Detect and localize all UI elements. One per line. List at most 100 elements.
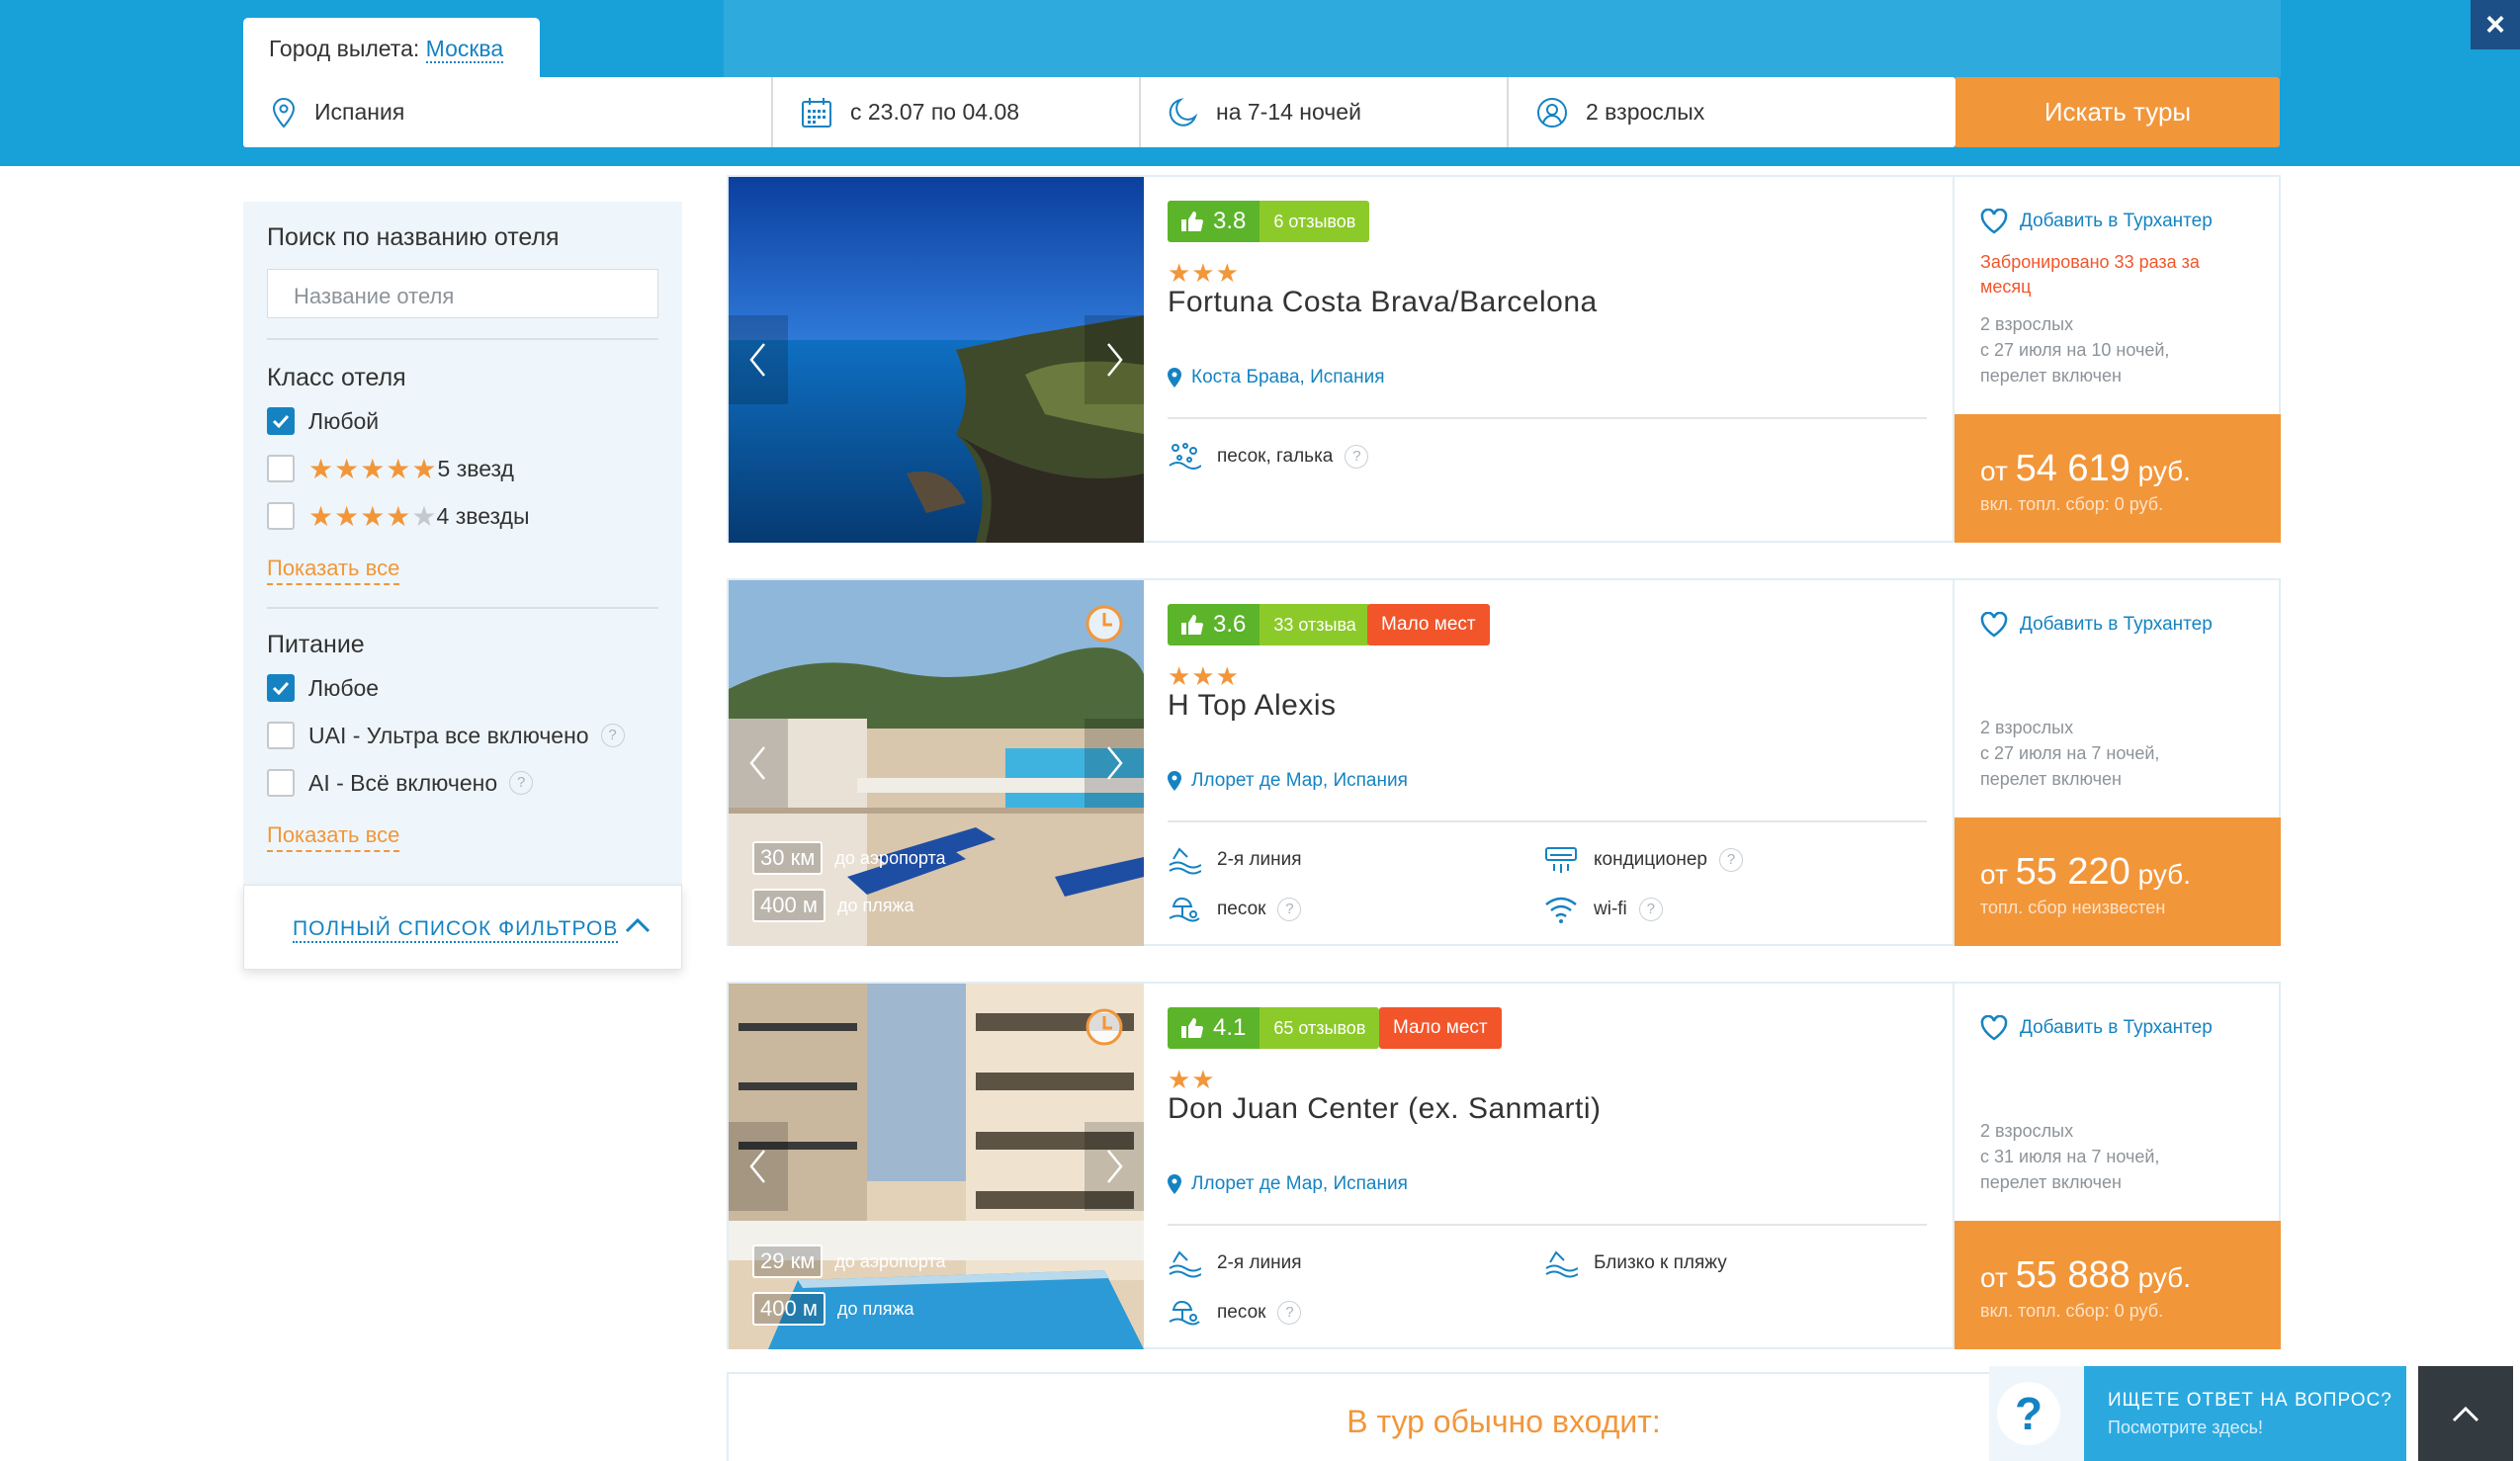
add-to-favorites-link[interactable]: Добавить в Турхантер (1980, 1015, 2213, 1041)
help-title: ИЩЕТЕ ОТВЕТ НА ВОПРОС? (2108, 1390, 2392, 1411)
location-pin-icon (1168, 1174, 1181, 1194)
rating-value: 3.8 (1213, 208, 1247, 234)
full-filters-link[interactable]: ПОЛНЫЙ СПИСОК ФИЛЬТРОВ (293, 917, 619, 943)
beach-distance: 400 м до пляжа (752, 1292, 914, 1326)
close-icon[interactable]: × (2471, 0, 2520, 49)
price-button[interactable]: от 55 888 руб. вкл. топл. сбор: 0 руб. (1955, 1221, 2281, 1349)
checkbox-icon[interactable] (267, 769, 295, 797)
help-icon[interactable]: ? (600, 724, 625, 747)
checkbox-icon[interactable] (267, 455, 295, 482)
food-option-label: AI - Всё включено (308, 769, 498, 796)
show-all-classes-link[interactable]: Показать все (267, 556, 400, 585)
rating-badge[interactable]: 3.8 6 отзывов (1168, 201, 1370, 242)
rating-badge[interactable]: 3.6 33 отзыва (1168, 604, 1370, 645)
photo-prev-button[interactable] (729, 315, 788, 404)
rating-badge[interactable]: 4.1 65 отзывов (1168, 1007, 1380, 1049)
clock-icon (1086, 605, 1123, 643)
help-icon[interactable]: ? (1277, 1301, 1302, 1325)
help-widget[interactable]: ? ИЩЕТЕ ОТВЕТ НА ВОПРОС? Посмотрите здес… (1989, 1366, 2406, 1461)
feature-line: 2-я линия (1168, 845, 1302, 875)
help-icon[interactable]: ? (1638, 898, 1663, 921)
hotel-location[interactable]: Ллорет де Мар, Испания (1168, 1173, 1408, 1195)
price-value: 55 888 (2015, 1254, 2130, 1296)
beach-distance-label: до пляжа (836, 1298, 914, 1319)
hotel-name[interactable]: H Top Alexis (1168, 689, 1337, 723)
photo-next-button[interactable] (1085, 315, 1144, 404)
hotel-name-input[interactable]: Название отеля (267, 269, 658, 318)
beach-sand-icon (1169, 443, 1201, 470)
add-to-favorites-link[interactable]: Добавить в Турхантер (1980, 209, 2213, 234)
add-to-favorites-link[interactable]: Добавить в Турхантер (1980, 612, 2213, 638)
favorite-label: Добавить в Турхантер (2020, 1017, 2213, 1038)
dates-field[interactable]: с 23.07 по 04.08 (773, 77, 1141, 147)
airport-distance-label: до аэропорта (834, 847, 946, 868)
nights-field[interactable]: на 7-14 ночей (1141, 77, 1509, 147)
checkbox-checked-icon[interactable] (267, 674, 295, 702)
tour-people: 2 взрослых (1980, 314, 2074, 334)
checkbox-icon[interactable] (267, 722, 295, 749)
feature-label: 2-я линия (1217, 1252, 1302, 1273)
hotel-photo[interactable] (729, 177, 1144, 543)
airport-distance-label: до аэропорта (834, 1250, 946, 1271)
show-all-food-link[interactable]: Показать все (267, 822, 400, 852)
empty-star-icon: ★ (411, 500, 437, 532)
rating-score: 4.1 (1168, 1007, 1260, 1049)
chevron-up-icon[interactable] (624, 915, 652, 935)
class-option-5-stars[interactable]: ★★★★★ 5 звезд (267, 454, 514, 484)
hotel-photo[interactable]: 30 км до аэропорта 400 м до пляжа (729, 580, 1144, 946)
price-button[interactable]: от 55 220 руб. топл. сбор неизвестен (1955, 817, 2281, 946)
waves-icon (1169, 1250, 1201, 1278)
checkbox-checked-icon[interactable] (267, 407, 295, 435)
few-places-badge: Мало мест (1379, 1007, 1502, 1049)
rating-value: 3.6 (1213, 611, 1247, 638)
photo-prev-button[interactable] (729, 1122, 788, 1211)
tour-flight: перелет включен (1980, 1172, 2122, 1192)
hotel-offer: Добавить в Турхантер 2 взрослых с 27 июл… (1953, 580, 2281, 946)
fuel-fee: вкл. топл. сбор: 0 руб. (1980, 494, 2164, 514)
header-background-banner (724, 0, 2281, 77)
hotel-location[interactable]: Коста Брава, Испания (1168, 367, 1384, 388)
destination-field[interactable]: Испания (243, 77, 773, 147)
food-option-uai[interactable]: UAI - Ультра все включено ? (267, 721, 625, 750)
help-icon[interactable]: ? (509, 771, 534, 795)
price-value: 54 619 (2015, 448, 2130, 489)
class-option-4-stars[interactable]: ★★★★ ★ 4 звезды (267, 500, 529, 532)
photo-next-button[interactable] (1085, 719, 1144, 808)
price-button[interactable]: от 54 619 руб. вкл. топл. сбор: 0 руб. (1955, 414, 2281, 543)
food-option-any[interactable]: Любое (267, 673, 379, 703)
moon-icon (1169, 97, 1198, 127)
reviews-count: 33 отзыва (1260, 604, 1370, 645)
people-field[interactable]: 2 взрослых (1509, 77, 1955, 147)
hotel-location[interactable]: Ллорет де Мар, Испания (1168, 770, 1408, 792)
departure-city-link[interactable]: Москва (425, 36, 504, 63)
search-bar: Испания с 23.07 по 04.08 на 7-14 ночей 2… (243, 77, 1955, 147)
help-icon[interactable]: ? (1718, 848, 1743, 872)
class-option-any[interactable]: Любой (267, 406, 379, 436)
checkbox-icon[interactable] (267, 502, 295, 530)
chevron-left-icon (749, 746, 765, 780)
photo-prev-button[interactable] (729, 719, 788, 808)
airport-distance-value: 30 км (752, 841, 824, 875)
help-subtitle: Посмотрите здесь! (2108, 1418, 2264, 1437)
help-icon[interactable]: ? (1345, 445, 1369, 469)
full-filters-panel[interactable]: ПОЛНЫЙ СПИСОК ФИЛЬТРОВ (243, 885, 682, 970)
hotel-name[interactable]: Don Juan Center (ex. Sanmarti) (1168, 1092, 1602, 1126)
tour-dates: с 27 июля на 7 ночей, (1980, 743, 2160, 763)
search-tours-button[interactable]: Искать туры (1955, 77, 2280, 147)
hotel-class-title: Класс отеля (267, 364, 406, 391)
feature-label: Близко к пляжу (1594, 1252, 1727, 1273)
price-value: 55 220 (2015, 851, 2130, 893)
photo-next-button[interactable] (1085, 1122, 1144, 1211)
heart-icon (1980, 1015, 2008, 1041)
hotel-name[interactable]: Fortuna Costa Brava/Barcelona (1168, 286, 1598, 319)
user-icon (1537, 97, 1567, 128)
help-icon[interactable]: ? (1277, 898, 1302, 921)
airport-distance: 30 км до аэропорта (752, 841, 946, 875)
hotel-photo[interactable]: 29 км до аэропорта 400 м до пляжа (729, 984, 1144, 1349)
food-option-ai[interactable]: AI - Всё включено ? (267, 768, 534, 798)
beach-distance: 400 м до пляжа (752, 889, 914, 922)
air-conditioner-icon (1545, 847, 1577, 873)
scroll-to-top-button[interactable] (2418, 1366, 2513, 1461)
tour-details: 2 взрослых с 27 июля на 7 ночей, перелет… (1980, 715, 2159, 792)
feature-near-beach: Близко к пляжу (1544, 1248, 1727, 1278)
